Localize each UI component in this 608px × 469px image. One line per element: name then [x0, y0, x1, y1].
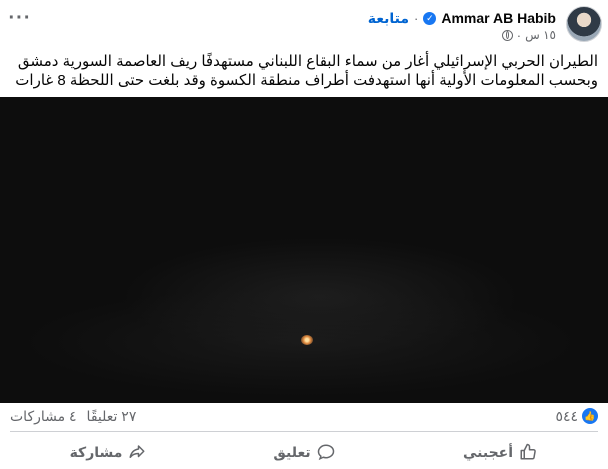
- ground-haze: [20, 287, 580, 397]
- globe-icon[interactable]: [501, 29, 513, 41]
- post-text: الطيران الحربي الإسرائيلي أغار من سماء ا…: [15, 53, 598, 89]
- author-line: متابعة · ✓ Ammar AB Habib: [368, 8, 556, 28]
- counts-left: ٤ مشاركات ٢٧ تعليقًا: [10, 408, 136, 425]
- divider: [10, 431, 598, 432]
- post-time[interactable]: ١٥ س: [525, 28, 556, 42]
- like-reaction-icon: 👍: [582, 408, 598, 424]
- comment-icon: [317, 443, 335, 461]
- comments-count[interactable]: ٢٧ تعليقًا: [87, 408, 137, 425]
- meta-separator-dot: ·: [516, 27, 522, 43]
- share-icon: [128, 443, 146, 461]
- reactions-summary[interactable]: 👍 ٥٤٤: [555, 408, 598, 425]
- post-video[interactable]: [0, 97, 608, 403]
- thumbs-up-icon: [519, 443, 537, 461]
- action-bar: أعجبني تعليق مشاركة: [10, 436, 598, 468]
- share-label: مشاركة: [69, 443, 123, 460]
- avatar[interactable]: [566, 6, 602, 42]
- more-options-icon[interactable]: ···: [6, 6, 34, 30]
- reactions-count: ٥٤٤: [555, 407, 578, 424]
- comment-label: تعليق: [273, 443, 311, 460]
- comment-button[interactable]: تعليق: [206, 436, 402, 468]
- post-meta: ١٥ س ·: [501, 27, 556, 43]
- verified-badge-icon: ✓: [423, 11, 437, 25]
- like-label: أعجبني: [462, 443, 514, 460]
- shares-count[interactable]: ٤ مشاركات: [10, 408, 77, 425]
- light-flare: [301, 335, 313, 345]
- share-button[interactable]: مشاركة: [10, 436, 206, 468]
- engagement-counts: ٤ مشاركات ٢٧ تعليقًا 👍 ٥٤٤: [10, 406, 598, 426]
- separator-dot: ·: [414, 10, 419, 26]
- author-name[interactable]: Ammar AB Habib: [441, 10, 556, 26]
- follow-link[interactable]: متابعة: [368, 10, 409, 27]
- like-button[interactable]: أعجبني: [402, 436, 598, 468]
